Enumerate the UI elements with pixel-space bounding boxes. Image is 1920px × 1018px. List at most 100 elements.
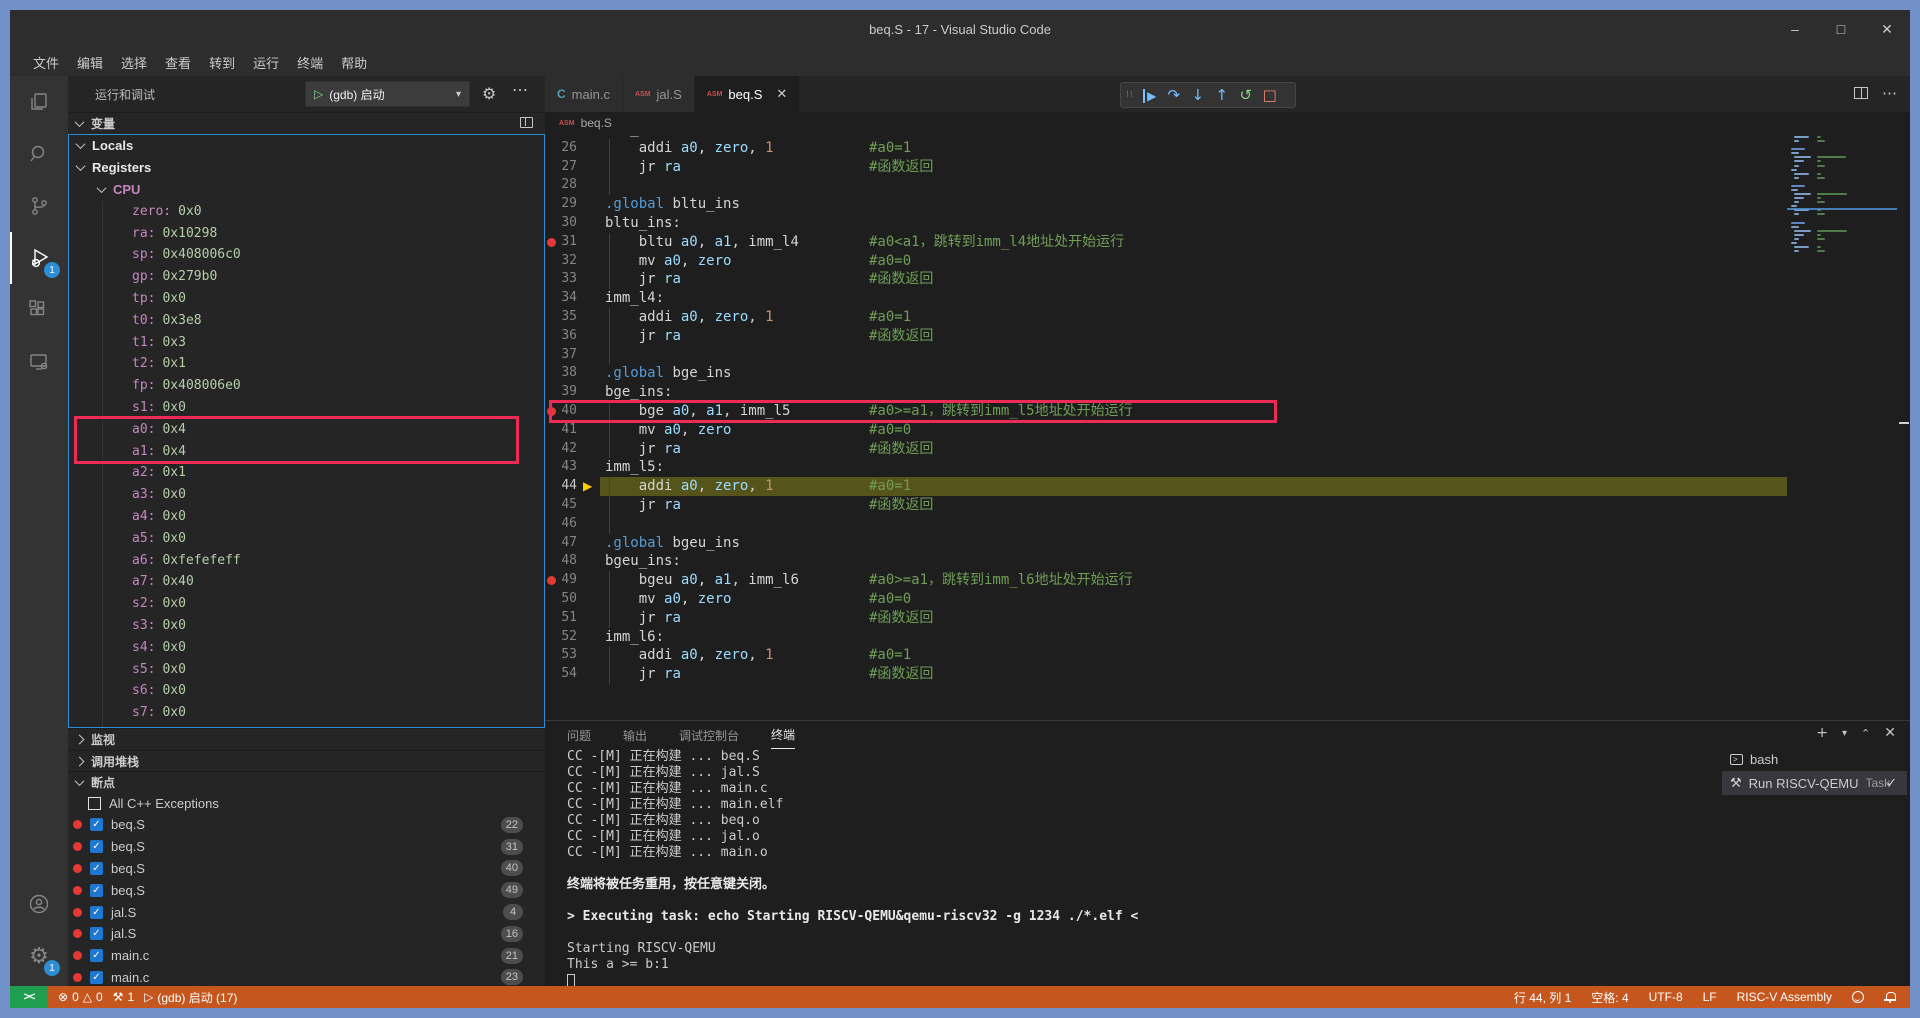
- all-cpp-exceptions-row[interactable]: All C++ Exceptions: [68, 792, 545, 814]
- code-line-53[interactable]: 53 addi a0, zero, 1#a0=1: [545, 646, 1787, 665]
- code-line-48[interactable]: 48bgeu_ins:: [545, 552, 1787, 571]
- code-line-30[interactable]: 30bltu_ins:: [545, 214, 1787, 233]
- menu-item[interactable]: 终端: [288, 50, 332, 75]
- sidebar-more-icon[interactable]: ⋯: [512, 80, 529, 100]
- checkbox-checked[interactable]: ✓: [90, 884, 103, 897]
- code-line-50[interactable]: 50 mv a0, zero#a0=0: [545, 590, 1787, 609]
- code-line-38[interactable]: 38.global bge_ins: [545, 364, 1787, 383]
- indentation-status[interactable]: 空格: 4: [1591, 989, 1628, 1006]
- breakpoint-row[interactable]: ✓jal.S16: [68, 923, 545, 945]
- code-line-33[interactable]: 33 jr ra#函数返回: [545, 270, 1787, 289]
- cursor-position[interactable]: 行 44, 列 1: [1514, 989, 1571, 1006]
- code-line-29[interactable]: 29.global bltu_ins: [545, 195, 1787, 214]
- panel-tab-终端[interactable]: 终端: [771, 721, 795, 749]
- checkbox-checked[interactable]: ✓: [90, 927, 103, 940]
- panel-tab-问题[interactable]: 问题: [567, 721, 591, 749]
- section-call-stack[interactable]: 调用堆栈: [68, 750, 545, 772]
- code-line-40[interactable]: 40 bge a0, a1, imm_l5#a0>=a1，跳转到imm_l5地址…: [545, 402, 1787, 421]
- search-icon[interactable]: [10, 128, 68, 180]
- checkbox-checked[interactable]: ✓: [90, 818, 103, 831]
- new-terminal-icon[interactable]: +: [1816, 725, 1828, 741]
- register-t1[interactable]: t1:0x3: [69, 331, 544, 353]
- terminal-entry-Run RISCV-QEMU[interactable]: ⚒Run RISCV-QEMUTask✓: [1722, 771, 1907, 795]
- code-line-44[interactable]: ▶44 addi a0, zero, 1#a0=1: [545, 477, 1787, 496]
- breakpoint-row[interactable]: ✓beq.S22: [68, 814, 545, 836]
- extensions-icon[interactable]: [10, 284, 68, 336]
- register-tp[interactable]: tp:0x0: [69, 288, 544, 310]
- code-line-42[interactable]: 42 jr ra#函数返回: [545, 440, 1787, 459]
- register-a4[interactable]: a4:0x0: [69, 506, 544, 528]
- stop-icon[interactable]: □: [1258, 86, 1282, 104]
- checkbox-checked[interactable]: ✓: [90, 906, 103, 919]
- breakpoint-row[interactable]: ✓beq.S40: [68, 858, 545, 880]
- tree-scope-Registers[interactable]: Registers: [69, 157, 544, 179]
- menu-item[interactable]: 选择: [112, 50, 156, 75]
- menu-item[interactable]: 帮助: [332, 50, 376, 75]
- language-mode[interactable]: RISC-V Assembly: [1737, 990, 1832, 1004]
- register-a0[interactable]: a0:0x4: [69, 418, 544, 440]
- drag-grip-icon[interactable]: ⁝⁝: [1126, 91, 1134, 99]
- settings-gear-icon[interactable]: ⚙ 1: [10, 930, 68, 982]
- maximize-icon[interactable]: □: [1818, 10, 1864, 48]
- section-watch[interactable]: 监视: [68, 728, 545, 750]
- checkbox-checked[interactable]: ✓: [90, 840, 103, 853]
- register-s7[interactable]: s7:0x0: [69, 702, 544, 724]
- register-a1[interactable]: a1:0x4: [69, 440, 544, 462]
- run-and-debug-icon[interactable]: 1: [10, 232, 68, 284]
- step-over-icon[interactable]: ↷: [1162, 86, 1186, 104]
- register-s5[interactable]: s5:0x0: [69, 658, 544, 680]
- code-line-45[interactable]: 45 jr ra#函数返回: [545, 496, 1787, 515]
- register-t2[interactable]: t2:0x1: [69, 353, 544, 375]
- tree-scope-CPU[interactable]: CPU: [69, 179, 544, 201]
- continue-icon[interactable]: ▶: [1138, 86, 1162, 104]
- restart-icon[interactable]: ↺: [1234, 86, 1258, 104]
- code-line-37[interactable]: 37: [545, 346, 1787, 365]
- register-s6[interactable]: s6:0x0: [69, 680, 544, 702]
- tasks-status[interactable]: ⚒ 1: [113, 990, 134, 1004]
- register-a5[interactable]: a5:0x0: [69, 527, 544, 549]
- editor-more-icon[interactable]: ⋯: [1882, 84, 1898, 102]
- maximize-panel-icon[interactable]: ⌃: [1861, 727, 1870, 740]
- eol-status[interactable]: LF: [1703, 990, 1717, 1004]
- code-line-52[interactable]: 52imm_l6:: [545, 628, 1787, 647]
- menu-item[interactable]: 运行: [244, 50, 288, 75]
- problems-status[interactable]: ⊗ 0 △ 0: [58, 990, 103, 1004]
- close-panel-icon[interactable]: ✕: [1884, 725, 1896, 741]
- code-line-26[interactable]: 26 addi a0, zero, 1#a0=1: [545, 139, 1787, 158]
- explorer-icon[interactable]: [10, 76, 68, 128]
- variables-tree[interactable]: LocalsRegistersCPUzero:0x0ra:0x10298sp:0…: [68, 134, 545, 728]
- split-editor-icon[interactable]: [1854, 87, 1868, 99]
- launch-config-select[interactable]: ▷ (gdb) 启动 ▾: [305, 81, 470, 107]
- code-line-51[interactable]: 51 jr ra#函数返回: [545, 609, 1787, 628]
- checkbox-checked[interactable]: ✓: [90, 971, 103, 984]
- code-line-54[interactable]: 54 jr ra#函数返回: [545, 665, 1787, 684]
- feedback-icon[interactable]: [1852, 991, 1864, 1003]
- source-control-icon[interactable]: [10, 180, 68, 232]
- section-variables[interactable]: 变量: [68, 112, 545, 134]
- register-t0[interactable]: t0:0x3e8: [69, 309, 544, 331]
- code-line-47[interactable]: 47.global bgeu_ins: [545, 534, 1787, 553]
- code-line-43[interactable]: 43imm_l5:: [545, 458, 1787, 477]
- breakpoint-row[interactable]: ✓jal.S4: [68, 901, 545, 923]
- terminal-output[interactable]: CC -[M] 正在构建 ... beq.SCC -[M] 正在构建 ... j…: [567, 749, 1717, 989]
- encoding-status[interactable]: UTF-8: [1649, 990, 1683, 1004]
- launch-settings-gear-icon[interactable]: ⚙: [482, 84, 496, 103]
- register-sp[interactable]: sp:0x408006c0: [69, 244, 544, 266]
- register-fp[interactable]: fp:0x408006e0: [69, 375, 544, 397]
- remote-indicator[interactable]: ><: [10, 986, 48, 1008]
- chevron-down-icon[interactable]: ▾: [1842, 728, 1847, 739]
- step-out-icon[interactable]: ↑: [1210, 86, 1234, 104]
- code-line-35[interactable]: 35 addi a0, zero, 1#a0=1: [545, 308, 1787, 327]
- code-line-46[interactable]: 46: [545, 515, 1787, 534]
- checkbox-checked[interactable]: ✓: [90, 949, 103, 962]
- notifications-bell-icon[interactable]: [1884, 991, 1896, 1003]
- code-line-28[interactable]: 28: [545, 176, 1787, 195]
- code-line-34[interactable]: 34imm_l4:: [545, 289, 1787, 308]
- breakpoint-row[interactable]: ✓main.c21: [68, 945, 545, 967]
- code-line-41[interactable]: 41 mv a0, zero#a0=0: [545, 421, 1787, 440]
- register-zero[interactable]: zero:0x0: [69, 200, 544, 222]
- register-a2[interactable]: a2:0x1: [69, 462, 544, 484]
- terminal-entry-bash[interactable]: >bash: [1722, 747, 1907, 771]
- tree-scope-Locals[interactable]: Locals: [69, 135, 544, 157]
- debug-session-status[interactable]: ▷ (gdb) 启动 (17): [144, 989, 237, 1006]
